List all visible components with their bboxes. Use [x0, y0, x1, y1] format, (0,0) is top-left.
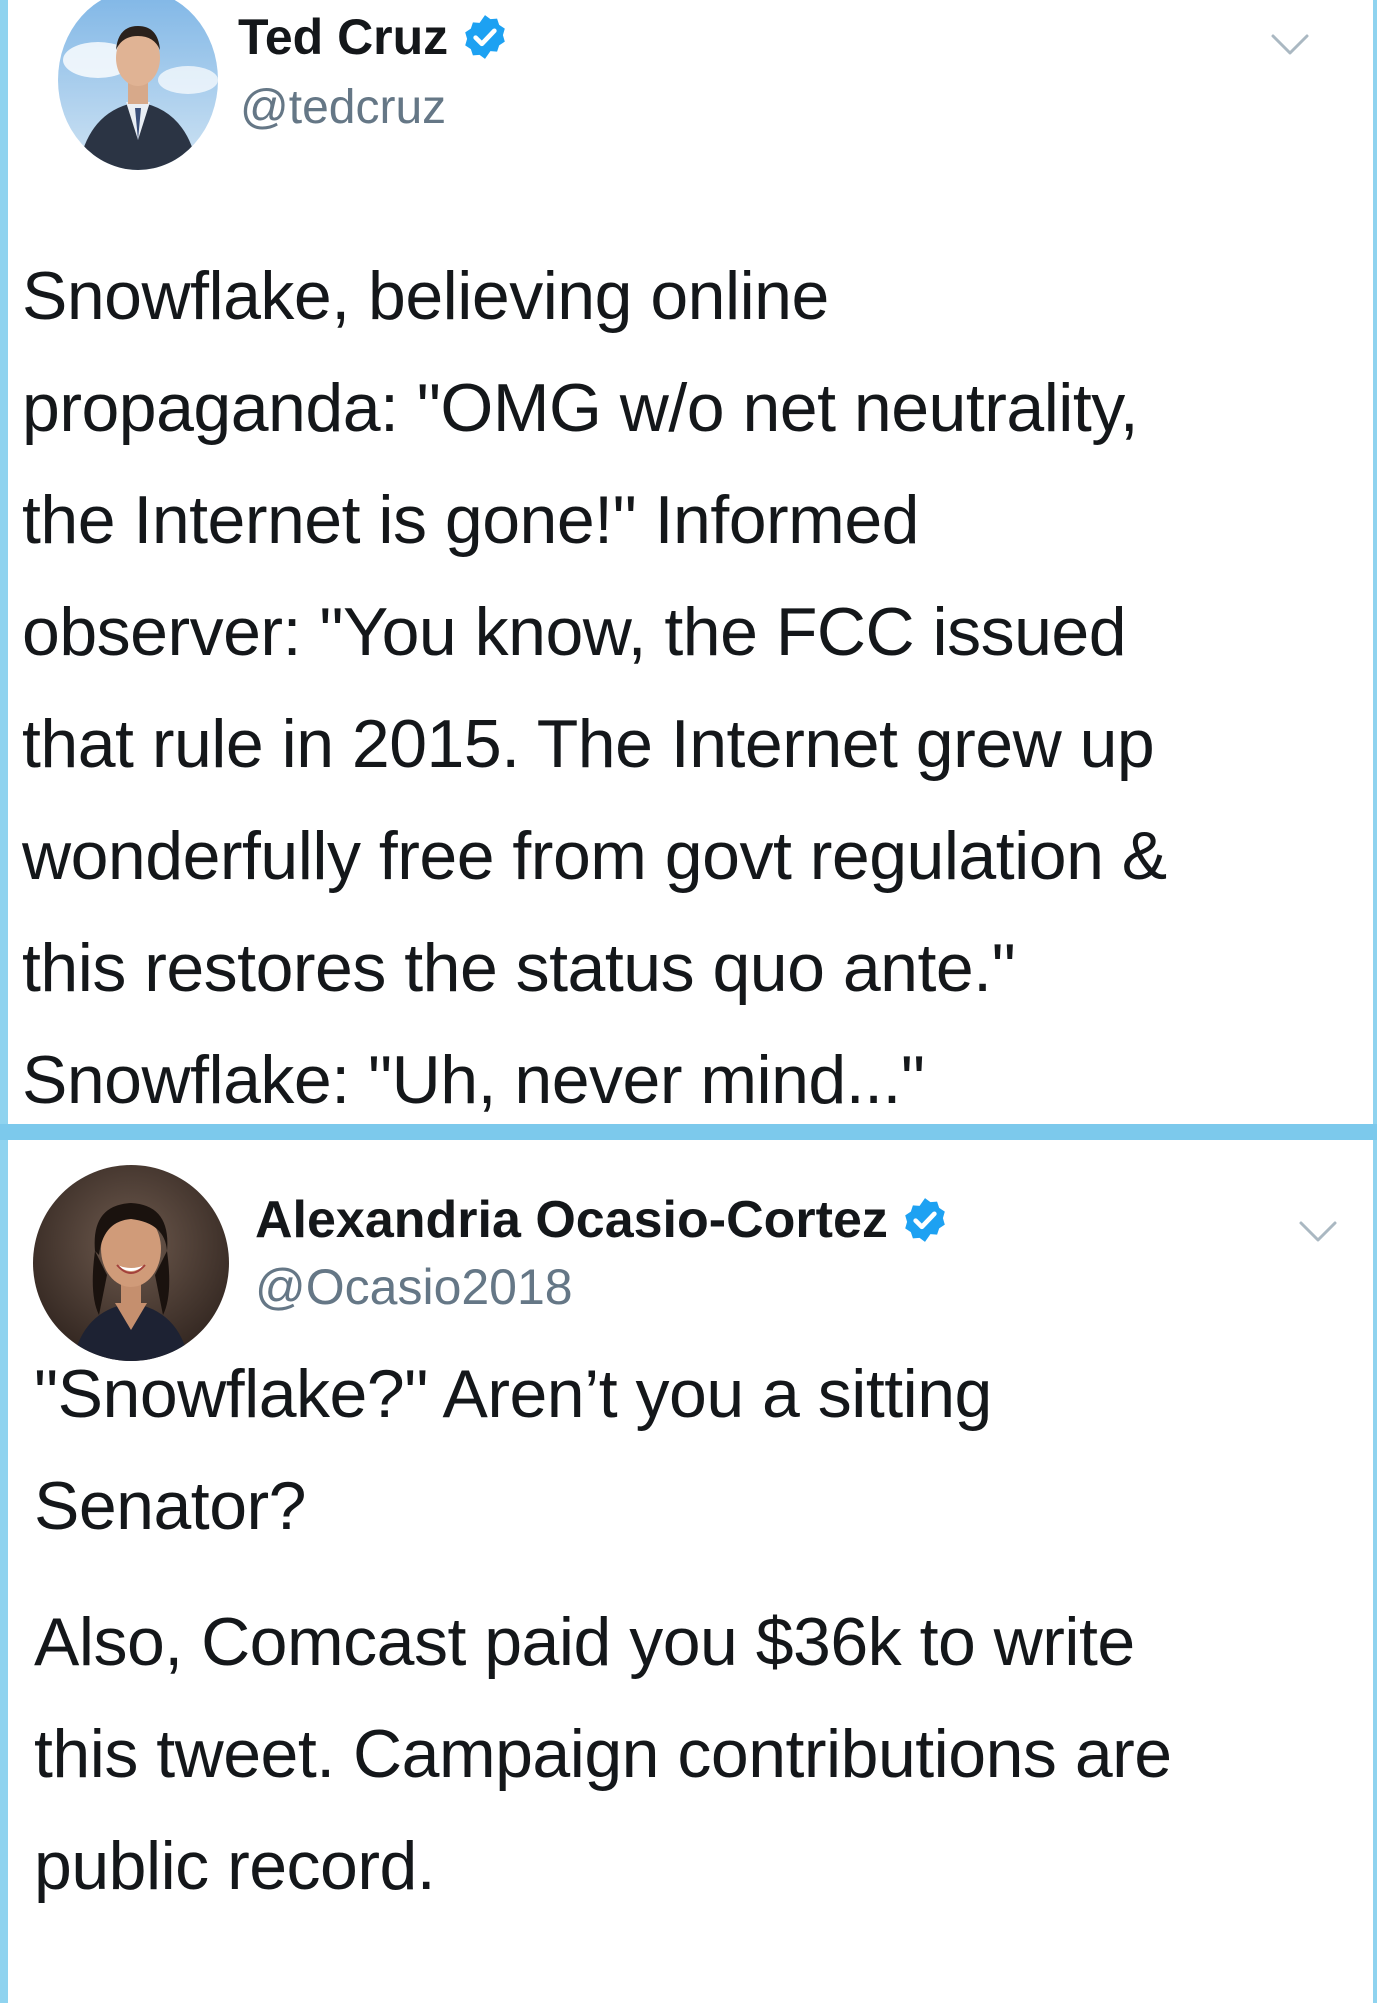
tweet-text-line: observer: "You know, the FCC issued	[22, 594, 1127, 670]
tweet-text-paragraph: Also, Comcast paid you $36k to write thi…	[34, 1586, 1172, 1922]
tweet-divider	[0, 1124, 1377, 1140]
tweet-text-line: Senator?	[34, 1468, 306, 1544]
tweet-text-line: this tweet. Campaign contributions are	[34, 1716, 1172, 1792]
tweet-text-line: "Snowflake?" Aren’t you a sitting	[34, 1356, 992, 1432]
tweet-text-line: Snowflake, believing online	[22, 258, 829, 334]
author-handle[interactable]: @Ocasio2018	[255, 1258, 573, 1316]
right-frame-border	[1373, 0, 1377, 2003]
tweet-text-line: that rule in 2015. The Internet grew up	[22, 706, 1155, 782]
tweet-card[interactable]: Alexandria Ocasio-Cortez @Ocasio2018 "Sn…	[8, 1140, 1373, 2003]
tweet-text-line: public record.	[34, 1828, 436, 1904]
tweet-text-paragraph: "Snowflake?" Aren’t you a sitting Senato…	[34, 1338, 992, 1562]
tweet-card[interactable]: Ted Cruz @tedcruz Snowflake, believing o…	[8, 0, 1373, 1124]
tweet-text-line: propaganda: "OMG w/o net neutrality,	[22, 370, 1139, 446]
tweet-text: Snowflake, believing online propaganda: …	[22, 240, 1362, 1136]
left-frame-border	[0, 0, 8, 2003]
tweet-text-line: wonderfully free from govt regulation &	[22, 818, 1167, 894]
avatar[interactable]	[33, 1165, 229, 1361]
tweet-text-line: the Internet is gone!" Informed	[22, 482, 919, 558]
chevron-down-icon[interactable]	[1270, 33, 1310, 57]
verified-badge-icon	[900, 1195, 950, 1245]
verified-badge-icon	[460, 12, 510, 62]
chevron-down-icon[interactable]	[1298, 1220, 1338, 1244]
author-name[interactable]: Alexandria Ocasio-Cortez	[255, 1190, 888, 1250]
author-name[interactable]: Ted Cruz	[238, 8, 448, 66]
author-name-row: Ted Cruz	[238, 8, 510, 66]
author-handle[interactable]: @tedcruz	[240, 80, 446, 135]
tweet-text-line: Snowflake: "Uh, never mind..."	[22, 1042, 925, 1118]
author-name-row: Alexandria Ocasio-Cortez	[255, 1190, 950, 1250]
tweet-text-line: Also, Comcast paid you $36k to write	[34, 1604, 1135, 1680]
avatar[interactable]	[58, 0, 218, 170]
tweet-text-line: this restores the status quo ante."	[22, 930, 1016, 1006]
